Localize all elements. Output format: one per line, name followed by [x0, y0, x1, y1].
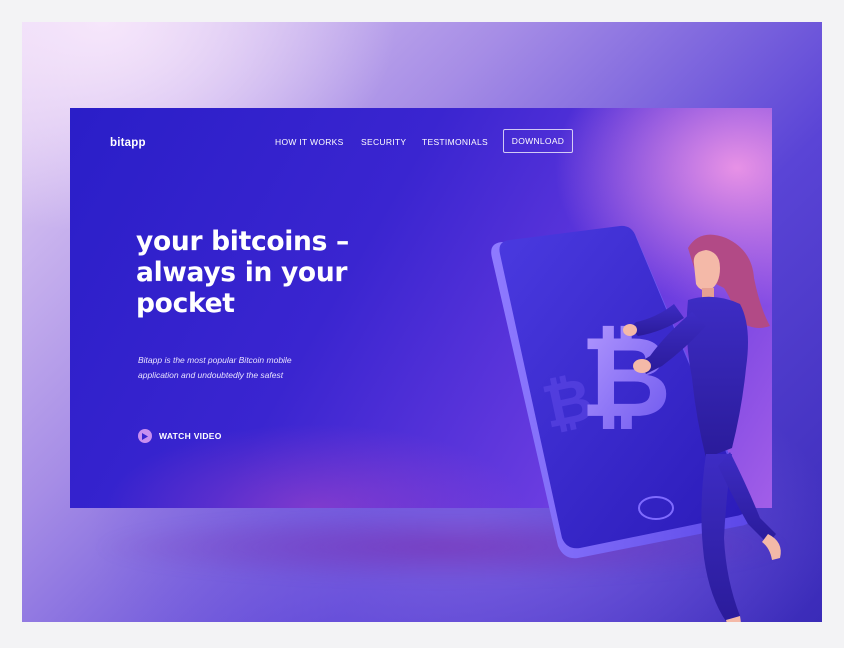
showcase-frame: bitapp HOW IT WORKS SECURITY TESTIMONIAL…	[22, 22, 822, 622]
headline-line-2: always in your	[136, 257, 348, 288]
hero-headline: your bitcoins – always in your pocket	[136, 226, 396, 319]
nav-testimonials[interactable]: TESTIMONIALS	[422, 137, 488, 147]
watch-video-button[interactable]: WATCH VIDEO	[138, 429, 222, 443]
subtext-line-2: application and undoubtedly the safest	[138, 370, 284, 380]
headline-line-1: your bitcoins –	[136, 226, 349, 257]
play-icon	[138, 429, 152, 443]
watch-video-label: WATCH VIDEO	[159, 431, 222, 441]
subtext-line-1: Bitapp is the most popular Bitcoin mobil…	[138, 355, 292, 365]
hero-subtext: Bitapp is the most popular Bitcoin mobil…	[138, 353, 358, 383]
headline-line-3: pocket	[136, 288, 235, 319]
brand-logo[interactable]: bitapp	[110, 137, 146, 149]
nav-how-it-works[interactable]: HOW IT WORKS	[275, 137, 344, 147]
download-button[interactable]: DOWNLOAD	[503, 129, 573, 153]
nav-security[interactable]: SECURITY	[361, 137, 406, 147]
hero-illustration: ₿ ₿	[491, 225, 781, 622]
hero-section: bitapp HOW IT WORKS SECURITY TESTIMONIAL…	[70, 108, 781, 622]
